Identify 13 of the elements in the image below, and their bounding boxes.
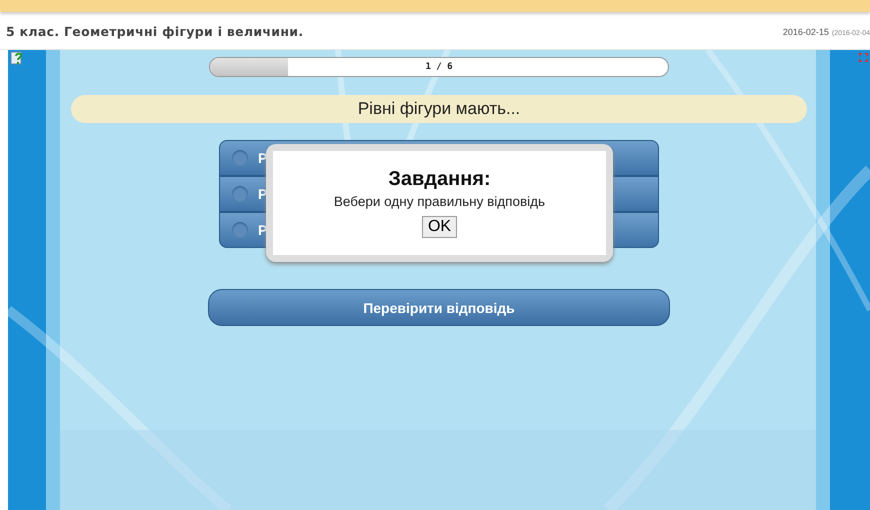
radio-button[interactable] <box>232 186 248 202</box>
check-answer-button[interactable]: Перевірити відповідь <box>208 289 670 326</box>
dialog-title: Завдання: <box>388 168 491 191</box>
fullscreen-icon[interactable] <box>859 53 868 62</box>
progress-label: 1 / 6 <box>425 62 453 72</box>
ok-button[interactable]: OK <box>422 216 458 238</box>
help-icon[interactable] <box>10 51 24 65</box>
dialog-message: Вебери одну правильну відповідь <box>334 194 546 209</box>
radio-button[interactable] <box>232 150 248 166</box>
date-text: 2016-02-15 <box>782 26 829 36</box>
page-title: 5 клас. Геометричні фігури і величини. <box>6 24 304 39</box>
question-text: Рівні фігури мають... <box>71 95 807 123</box>
radio-button[interactable] <box>232 222 248 238</box>
